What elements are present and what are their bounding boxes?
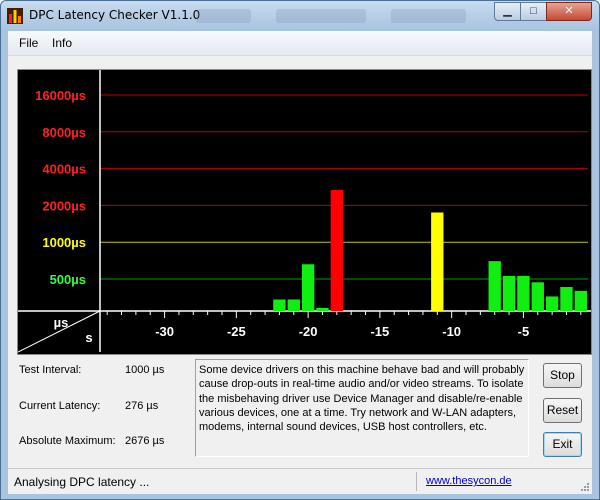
latency-bar [316,307,329,311]
menu-bar: File Info [8,31,592,56]
reset-button[interactable]: Reset [543,398,582,423]
minimize-button[interactable]: ▁ [494,2,521,21]
status-text: Analysing DPC latency ... [14,475,150,489]
latency-bar [287,299,300,311]
window-title: DPC Latency Checker V1.1.0 [29,8,201,22]
latency-bar [502,275,516,311]
latency-chart: 16000µs 8000µs 4000µs 2000µs 1000µs 500µs µs s -… [17,69,592,355]
latency-bar [431,212,444,311]
app-window: DPC Latency Checker V1.1.0 ▁ □ ✕ File In… [0,0,600,500]
x-unit-label: s [85,330,92,345]
stop-button[interactable]: Stop [543,363,582,388]
test-interval-value: 1000 µs [125,364,165,376]
x-tick-label: -30 [155,324,174,339]
x-tick-label: -5 [518,324,530,339]
x-tick-label: -10 [442,324,461,339]
y-tick-label: 16000µs [35,88,86,103]
y-tick-label: 2000µs [42,198,86,213]
latency-bar [517,275,530,311]
latency-bar [301,264,315,311]
latency-bar [531,282,544,311]
description-text: Some device drivers on this machine beha… [195,359,529,457]
latency-chart-svg: 16000µs 8000µs 4000µs 2000µs 1000µs 500µs µs s -… [18,70,591,353]
client-area: File Info 16000µs 8000µs 4000µs 2000µs 1000µ… [8,31,592,494]
x-tick-label: -15 [370,324,389,339]
y-tick-label: 500µs [50,272,86,287]
menu-file[interactable]: File [19,36,38,50]
app-bar-chart-icon [7,8,23,24]
x-tick-label: -25 [227,324,246,339]
menu-info[interactable]: Info [52,36,72,50]
exit-button[interactable]: Exit [543,432,582,457]
title-bar-background-blur [391,9,466,23]
current-latency-value: 276 µs [125,400,159,412]
latency-bar [560,287,573,311]
latency-bar [330,189,343,311]
website-link[interactable]: www.thesycon.de [426,475,512,487]
latency-bar [574,290,587,311]
title-bar-background-blur [276,9,366,23]
current-latency-label: Current Latency: [19,400,101,412]
status-bar: Analysing DPC latency ... www.thesycon.d… [8,468,592,494]
latency-bar [273,299,286,311]
y-unit-label: µs [54,315,69,330]
y-tick-label: 1000µs [42,235,86,250]
latency-bar [488,261,501,311]
test-interval-label: Test Interval: [19,364,82,376]
maximize-button[interactable]: □ [520,2,547,21]
y-tick-label: 4000µs [42,162,86,177]
y-tick-label: 8000µs [42,125,86,140]
absolute-maximum-value: 2676 µs [125,435,165,447]
latency-bar [545,296,559,311]
x-tick-label: -20 [299,324,318,339]
status-separator [416,472,417,491]
close-button[interactable]: ✕ [546,2,592,21]
title-bar[interactable]: DPC Latency Checker V1.1.0 ▁ □ ✕ [1,1,599,31]
resize-grip-icon[interactable] [580,482,590,492]
title-bar-background-blur [196,9,251,23]
absolute-maximum-label: Absolute Maximum: [19,435,116,447]
